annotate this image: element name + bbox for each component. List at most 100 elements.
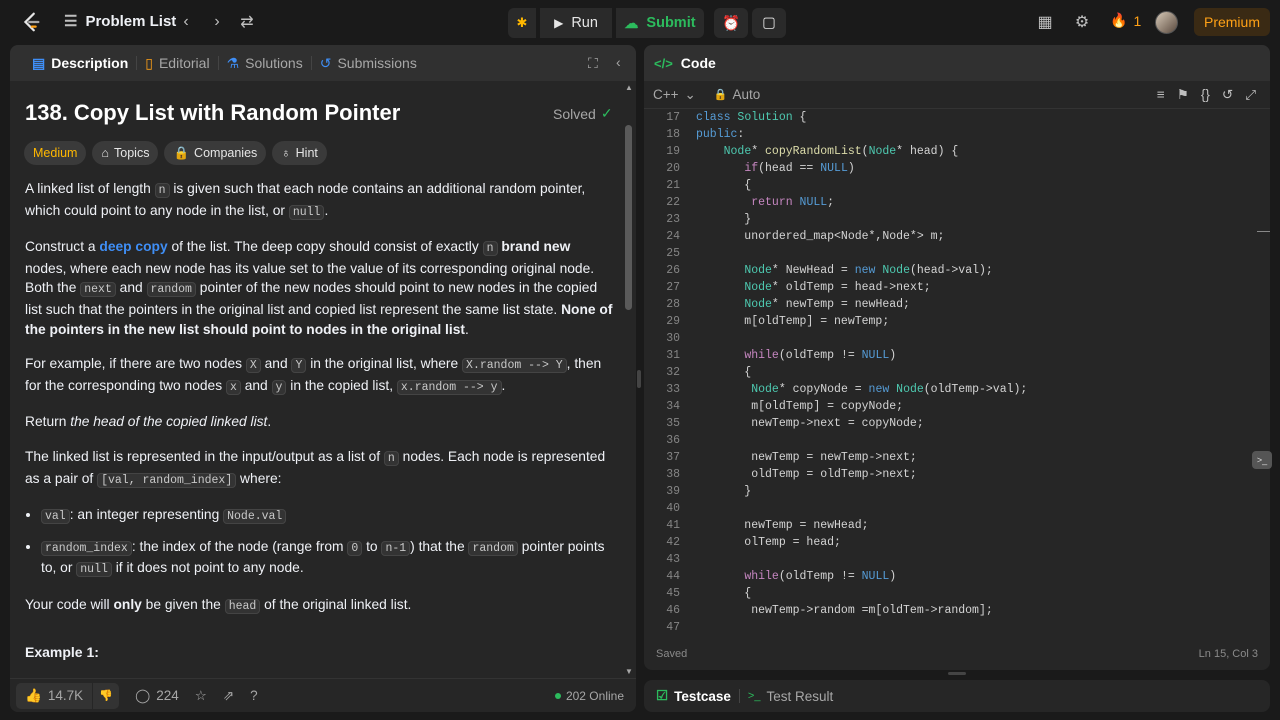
tab-testcase[interactable]: ☑ Testcase xyxy=(656,688,731,704)
fullscreen-icon[interactable]: ⤢ xyxy=(1245,87,1256,103)
auto-label: Auto xyxy=(732,87,761,102)
editor-actions: ≡ ⚑ {} ↺ ⤢ xyxy=(1157,87,1256,103)
problem-description: A linked list of length n is given such … xyxy=(25,179,615,632)
lightbulb-icon: ♁ xyxy=(281,146,291,160)
shuffle-icon[interactable]: ⇄ xyxy=(237,12,257,32)
page-title: 138. Copy List with Random Pointer xyxy=(25,100,401,125)
check-circle-icon: ✓ xyxy=(600,105,613,121)
companies-tag[interactable]: 🔒 Companies xyxy=(164,141,267,165)
collapse-icon[interactable]: ‹ xyxy=(616,54,621,70)
code-line: 37 newTemp = newTemp->next; xyxy=(666,451,917,464)
bug-icon: ✱ xyxy=(516,15,528,30)
scrollbar[interactable] xyxy=(625,125,632,310)
language-select[interactable]: C++ ⌄ xyxy=(653,87,696,103)
code-line: 41 newTemp = newHead; xyxy=(666,519,869,532)
debug-button[interactable]: ✱ xyxy=(508,8,536,38)
next-problem-icon[interactable]: › xyxy=(207,12,227,32)
topics-label: Topics xyxy=(114,146,150,160)
tab-submissions[interactable]: ↺ Submissions xyxy=(312,45,425,81)
list-item: val: an integer representing Node.val xyxy=(41,505,615,527)
save-status: Saved xyxy=(656,648,688,660)
tab-editorial[interactable]: ▯ Editorial xyxy=(137,45,217,81)
fire-icon: 🔥 xyxy=(1110,12,1128,28)
code-line: 32 { xyxy=(666,366,752,379)
notes-button[interactable]: ▢ xyxy=(752,8,786,38)
deep-copy-link[interactable]: deep copy xyxy=(99,239,167,254)
checkbox-icon: ☑ xyxy=(656,688,669,703)
problem-list-button[interactable]: ☰ Problem List xyxy=(64,12,176,31)
editor-status-bar: Saved Ln 15, Col 3 xyxy=(644,638,1270,670)
tab-description[interactable]: ▤ Description xyxy=(24,45,136,81)
testcase-panel: ☑ Testcase >_ Test Result xyxy=(644,680,1270,712)
cursor-position: Ln 15, Col 3 xyxy=(1198,648,1258,660)
code-line: 44 while(oldTemp != NULL) xyxy=(666,570,897,583)
scroll-up-arrow[interactable]: ▲ xyxy=(625,83,633,92)
tag-icon: ⌂ xyxy=(101,146,110,160)
bookmark-icon[interactable]: ⚑ xyxy=(1177,87,1189,103)
comments-button[interactable]: ◯ 224 xyxy=(135,688,179,704)
alarm-clock-icon: ⏰ xyxy=(721,15,741,32)
tab-editorial-label: Editorial xyxy=(158,55,210,71)
leetcode-logo-icon[interactable] xyxy=(20,11,42,33)
code-line: 17 class Solution { xyxy=(666,111,807,124)
expand-icon[interactable]: ⛶ xyxy=(588,55,598,72)
tag-row: Medium ⌂ Topics 🔒 Companies ♁ Hint xyxy=(24,141,327,165)
list-icon: ☰ xyxy=(64,13,78,30)
vertical-resize-handle[interactable] xyxy=(948,672,966,675)
hint-tag[interactable]: ♁ Hint xyxy=(272,141,327,165)
hint-label: Hint xyxy=(295,146,318,160)
like-button[interactable]: 👍 14.7K xyxy=(16,682,93,709)
code-line: 40 xyxy=(666,502,680,515)
code-panel: </> Code C++ ⌄ 🔒 Auto ≡ ⚑ {} ↺ ⤢ 17 class S… xyxy=(644,45,1270,670)
auto-mode[interactable]: 🔒 Auto xyxy=(714,87,760,102)
braces-icon[interactable]: {} xyxy=(1201,87,1210,103)
topics-tag[interactable]: ⌂ Topics xyxy=(92,141,159,165)
description-panel: ▤ Description ▯ Editorial ⚗ Solutions ↺ … xyxy=(10,45,636,712)
run-button[interactable]: ▶ Run xyxy=(540,8,612,38)
code-editor[interactable]: 17 class Solution { 18 public: 19 Node* co… xyxy=(644,111,1258,631)
list-item: random_index: the index of the node (ran… xyxy=(41,537,615,580)
example-title: Example 1: xyxy=(25,644,99,660)
description-tabs: ▤ Description ▯ Editorial ⚗ Solutions ↺ … xyxy=(10,45,636,81)
code-line: 27 Node* oldTemp = head->next; xyxy=(666,281,931,294)
console-toggle-icon[interactable]: >_ xyxy=(1252,451,1272,469)
difficulty-badge[interactable]: Medium xyxy=(24,141,87,165)
tab-separator xyxy=(738,689,740,703)
note-icon: ▢ xyxy=(762,15,776,31)
avatar[interactable] xyxy=(1155,11,1178,34)
gear-icon[interactable]: ⚙ xyxy=(1072,12,1092,32)
lock-icon: 🔒 xyxy=(173,145,190,160)
code-line: 19 Node* copyRandomList(Node* head) { xyxy=(666,145,959,158)
comment-icon: ◯ xyxy=(135,687,151,703)
online-count: 202 Online xyxy=(554,689,624,703)
timer-button[interactable]: ⏰ xyxy=(714,8,748,38)
streak-counter[interactable]: 🔥 1 xyxy=(1110,12,1141,29)
code-line: 45 { xyxy=(666,587,752,600)
code-line: 26 Node* NewHead = new Node(head->val); xyxy=(666,264,993,277)
companies-label: Companies xyxy=(194,146,258,160)
submit-button[interactable]: ☁ Submit xyxy=(616,8,704,38)
favorite-button[interactable]: ☆ xyxy=(195,688,207,704)
dislike-button[interactable]: 👎 xyxy=(93,682,120,709)
history-icon: ↺ xyxy=(319,54,332,71)
layout-grid-icon[interactable]: ▦ xyxy=(1035,12,1055,32)
document-icon: ▤ xyxy=(32,54,46,71)
format-icon[interactable]: ≡ xyxy=(1157,87,1165,103)
panel-resize-handle[interactable] xyxy=(637,370,641,388)
run-label: Run xyxy=(571,15,598,31)
description-paragraph: Construct a deep copy of the list. The d… xyxy=(25,239,613,337)
help-button[interactable]: ? xyxy=(250,688,258,703)
prev-problem-icon[interactable]: ‹ xyxy=(176,12,196,32)
scroll-down-arrow[interactable]: ▼ xyxy=(625,667,633,676)
code-line: 43 xyxy=(666,553,680,566)
code-line: 18 public: xyxy=(666,128,745,141)
reset-icon[interactable]: ↺ xyxy=(1222,87,1233,103)
terminal-icon: >_ xyxy=(747,690,761,702)
play-icon: ▶ xyxy=(554,16,564,30)
star-icon: ☆ xyxy=(194,687,207,703)
premium-button[interactable]: Premium xyxy=(1194,8,1270,36)
share-button[interactable]: ⇗ xyxy=(223,688,234,704)
tab-solutions[interactable]: ⚗ Solutions xyxy=(219,45,311,81)
tab-test-result[interactable]: >_ Test Result xyxy=(748,689,833,704)
tab-description-label: Description xyxy=(51,55,129,71)
